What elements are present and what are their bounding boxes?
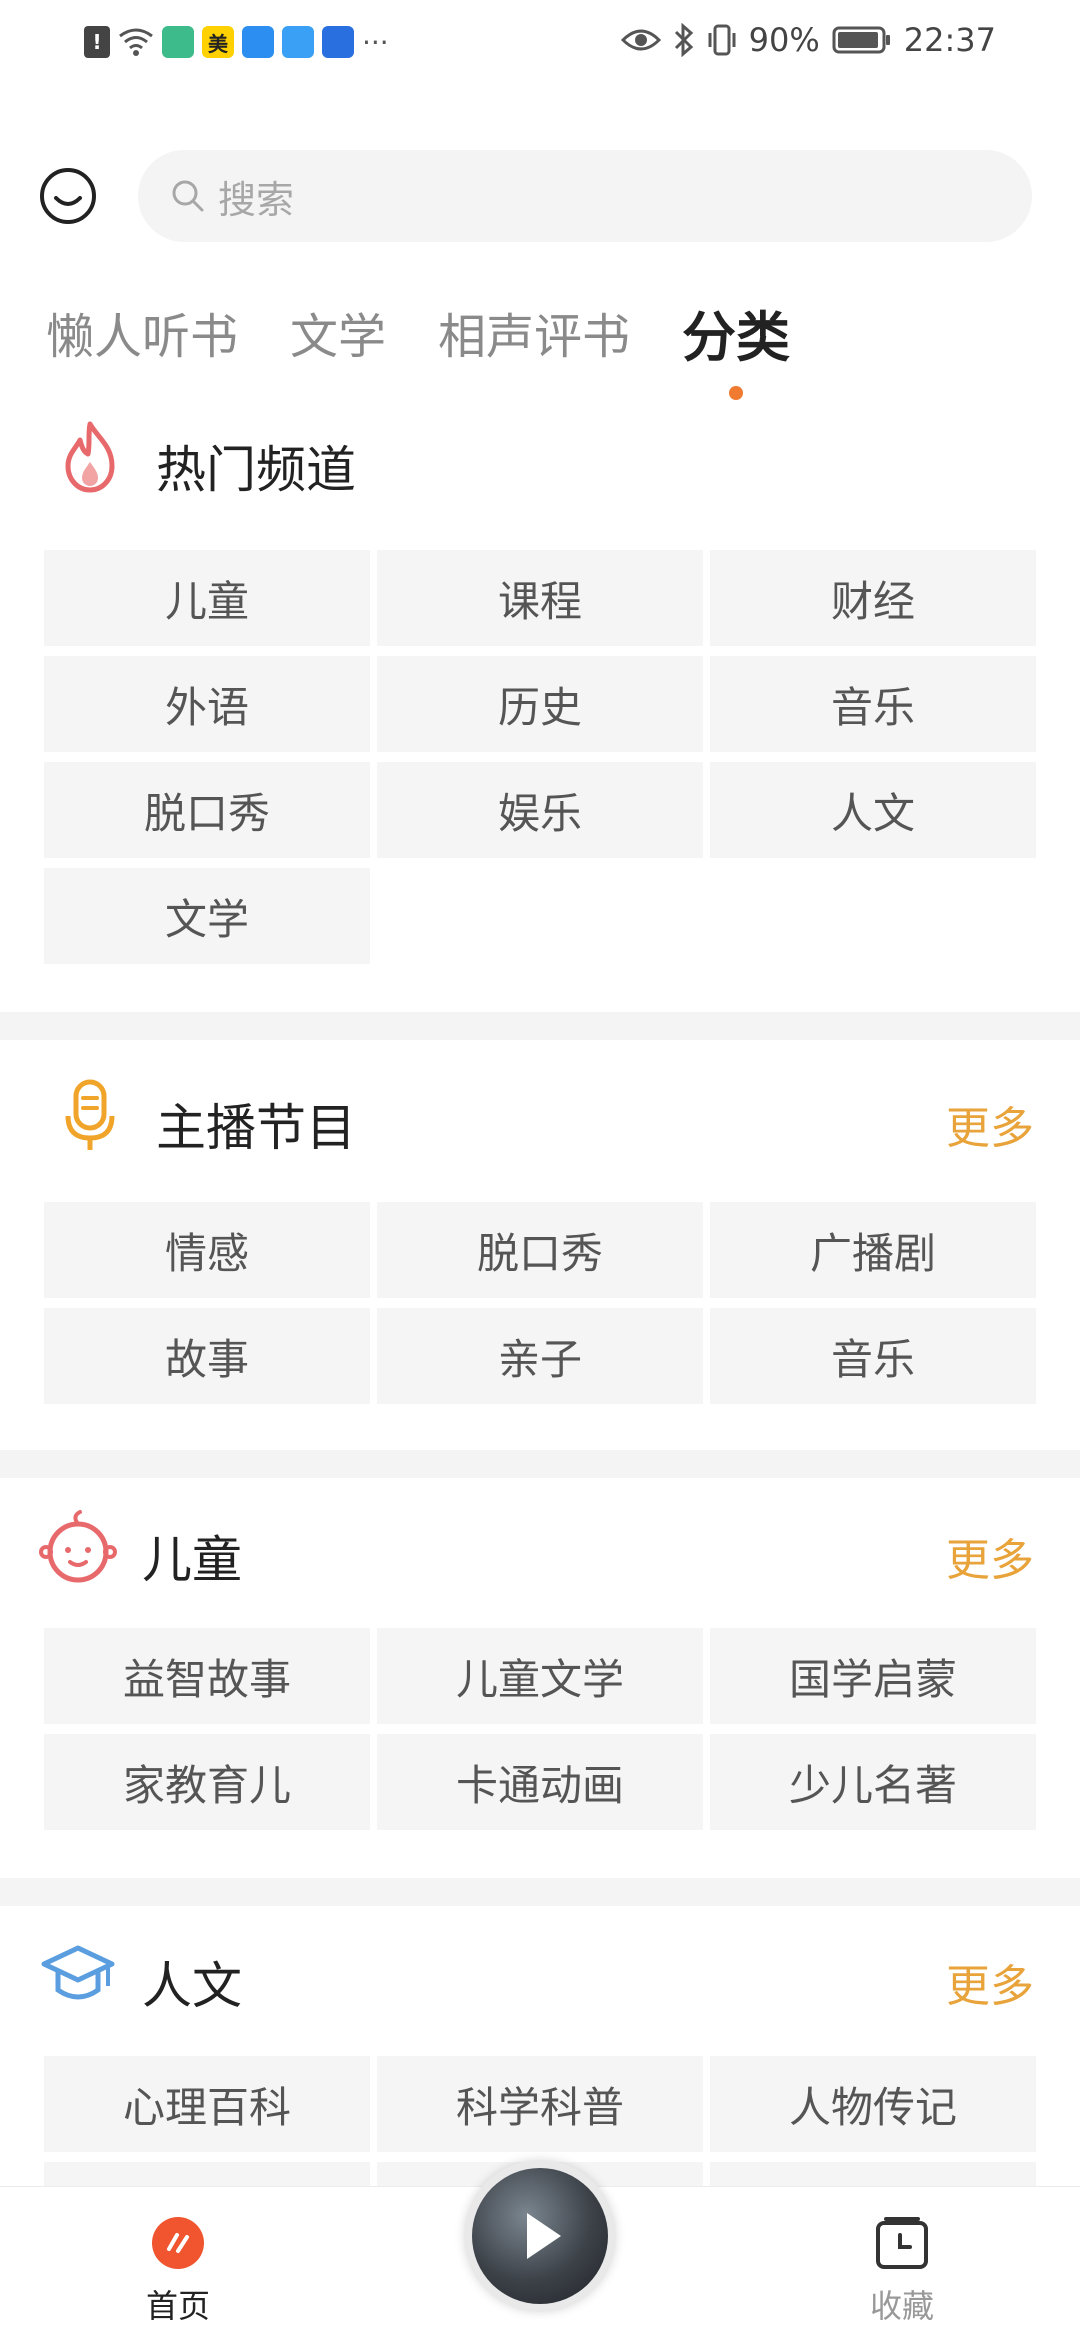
- program-item[interactable]: 情感: [44, 1202, 370, 1298]
- wifi-icon: [119, 28, 153, 56]
- tab-category[interactable]: 分类: [682, 293, 790, 372]
- kids-item[interactable]: 家教育儿: [44, 1734, 370, 1830]
- section-header: 人文 更多: [0, 1928, 1080, 2028]
- program-item[interactable]: 故事: [44, 1308, 370, 1404]
- channel-item[interactable]: 课程: [377, 550, 703, 646]
- app-green-icon: [162, 26, 194, 58]
- app-bulb-icon: [322, 26, 354, 58]
- mini-player[interactable]: [464, 2160, 616, 2312]
- clock-folder-icon: [876, 2217, 928, 2269]
- kids-item[interactable]: 儿童文学: [377, 1628, 703, 1724]
- search-placeholder: 搜索: [218, 177, 295, 222]
- status-right: 90% 22:37: [620, 18, 996, 62]
- smiley-icon: [40, 168, 96, 224]
- hot-channels-grid: 儿童 课程 财经 外语 历史 音乐 脱口秀 娱乐 人文 文学: [44, 550, 1036, 964]
- home-logo-icon: [152, 2217, 204, 2269]
- channel-item[interactable]: 财经: [710, 550, 1036, 646]
- channel-item[interactable]: 历史: [377, 656, 703, 752]
- more-link[interactable]: 更多: [946, 1950, 1034, 2014]
- more-link[interactable]: 更多: [946, 1092, 1034, 1156]
- nav-home-label: 首页: [145, 2287, 210, 2325]
- channel-item[interactable]: 娱乐: [377, 762, 703, 858]
- more-notifications: ···: [362, 25, 389, 59]
- tab-literature[interactable]: 文学: [290, 297, 386, 367]
- flame-icon: [65, 421, 115, 493]
- section-title: 儿童: [142, 1531, 242, 1589]
- app-weather-icon: [282, 26, 314, 58]
- eye-icon: [620, 29, 661, 51]
- app-search-icon: [242, 26, 274, 58]
- battery-percent: 90%: [748, 21, 820, 59]
- bluetooth-icon: [674, 23, 693, 57]
- battery-icon: [832, 26, 890, 54]
- graduation-cap-icon: [41, 1945, 115, 2000]
- section-header: 儿童 更多: [0, 1502, 1080, 1602]
- anchor-programs-grid: 情感 脱口秀 广播剧 故事 亲子 音乐: [44, 1202, 1036, 1404]
- anchor-programs-section: 主播节目 更多 情感 脱口秀 广播剧 故事 亲子 音乐: [0, 1070, 1080, 1450]
- channel-item[interactable]: 儿童: [44, 550, 370, 646]
- microphone-icon: [65, 1079, 115, 1150]
- section-title: 主播节目: [156, 1099, 356, 1157]
- channel-item[interactable]: 音乐: [710, 656, 1036, 752]
- humanities-item[interactable]: 科学科普: [377, 2056, 703, 2152]
- channel-item[interactable]: 外语: [44, 656, 370, 752]
- alert-icon: !: [84, 26, 110, 58]
- humanities-item-partial[interactable]: [44, 2162, 370, 2186]
- section-title: 人文: [142, 1957, 242, 2015]
- kids-grid: 益智故事 儿童文学 国学启蒙 家教育儿 卡通动画 少儿名著: [44, 1628, 1036, 1830]
- more-link[interactable]: 更多: [946, 1524, 1034, 1588]
- humanities-item[interactable]: 人物传记: [710, 2056, 1036, 2152]
- section-header: 主播节目 更多: [0, 1070, 1080, 1170]
- kids-item[interactable]: 益智故事: [44, 1628, 370, 1724]
- humanities-item[interactable]: 心理百科: [44, 2056, 370, 2152]
- tab-crosstalk[interactable]: 相声评书: [438, 297, 630, 367]
- humanities-item-partial[interactable]: [710, 2162, 1036, 2186]
- program-item[interactable]: 脱口秀: [377, 1202, 703, 1298]
- section-title: 热门频道: [156, 441, 356, 499]
- nav-favorites-label: 收藏: [869, 2287, 934, 2325]
- program-item[interactable]: 音乐: [710, 1308, 1036, 1404]
- status-left: ! 美 ···: [84, 20, 389, 64]
- kids-item[interactable]: 国学启蒙: [710, 1628, 1036, 1724]
- album-cover: [472, 2168, 608, 2304]
- channel-item[interactable]: 人文: [710, 762, 1036, 858]
- tab-lanren[interactable]: 懒人听书: [46, 297, 238, 367]
- section-header: 热门频道: [0, 412, 1080, 512]
- search-input[interactable]: 搜索: [138, 150, 1032, 242]
- humanities-section: 人文 更多 心理百科 科学科普 人物传记: [0, 1928, 1080, 2186]
- section-divider: [0, 1878, 1080, 1906]
- status-bar: ! 美 ··· 90% 22:37: [0, 0, 1080, 80]
- play-icon[interactable]: [505, 2201, 575, 2271]
- search-icon: [172, 180, 204, 212]
- nav-favorites[interactable]: 收藏: [822, 2215, 982, 2327]
- program-item[interactable]: 广播剧: [710, 1202, 1036, 1298]
- kids-item[interactable]: 卡通动画: [377, 1734, 703, 1830]
- channel-item[interactable]: 文学: [44, 868, 370, 964]
- nav-home[interactable]: 首页: [98, 2215, 258, 2327]
- app-meituan-icon: 美: [202, 26, 234, 58]
- top-tabs: 懒人听书 文学 相声评书 分类: [46, 292, 790, 372]
- program-item[interactable]: 亲子: [377, 1308, 703, 1404]
- clock: 22:37: [903, 21, 996, 59]
- section-divider: [0, 1450, 1080, 1478]
- vibrate-icon: [708, 24, 736, 56]
- profile-button[interactable]: [38, 166, 98, 226]
- channel-item[interactable]: 脱口秀: [44, 762, 370, 858]
- hot-channels-section: 热门频道 儿童 课程 财经 外语 历史 音乐 脱口秀 娱乐 人文 文学: [0, 412, 1080, 1012]
- kids-section: 儿童 更多 益智故事 儿童文学 国学启蒙 家教育儿 卡通动画 少儿名著: [0, 1502, 1080, 1878]
- kids-item[interactable]: 少儿名著: [710, 1734, 1036, 1830]
- baby-face-icon: [39, 1510, 117, 1583]
- section-divider: [0, 1012, 1080, 1040]
